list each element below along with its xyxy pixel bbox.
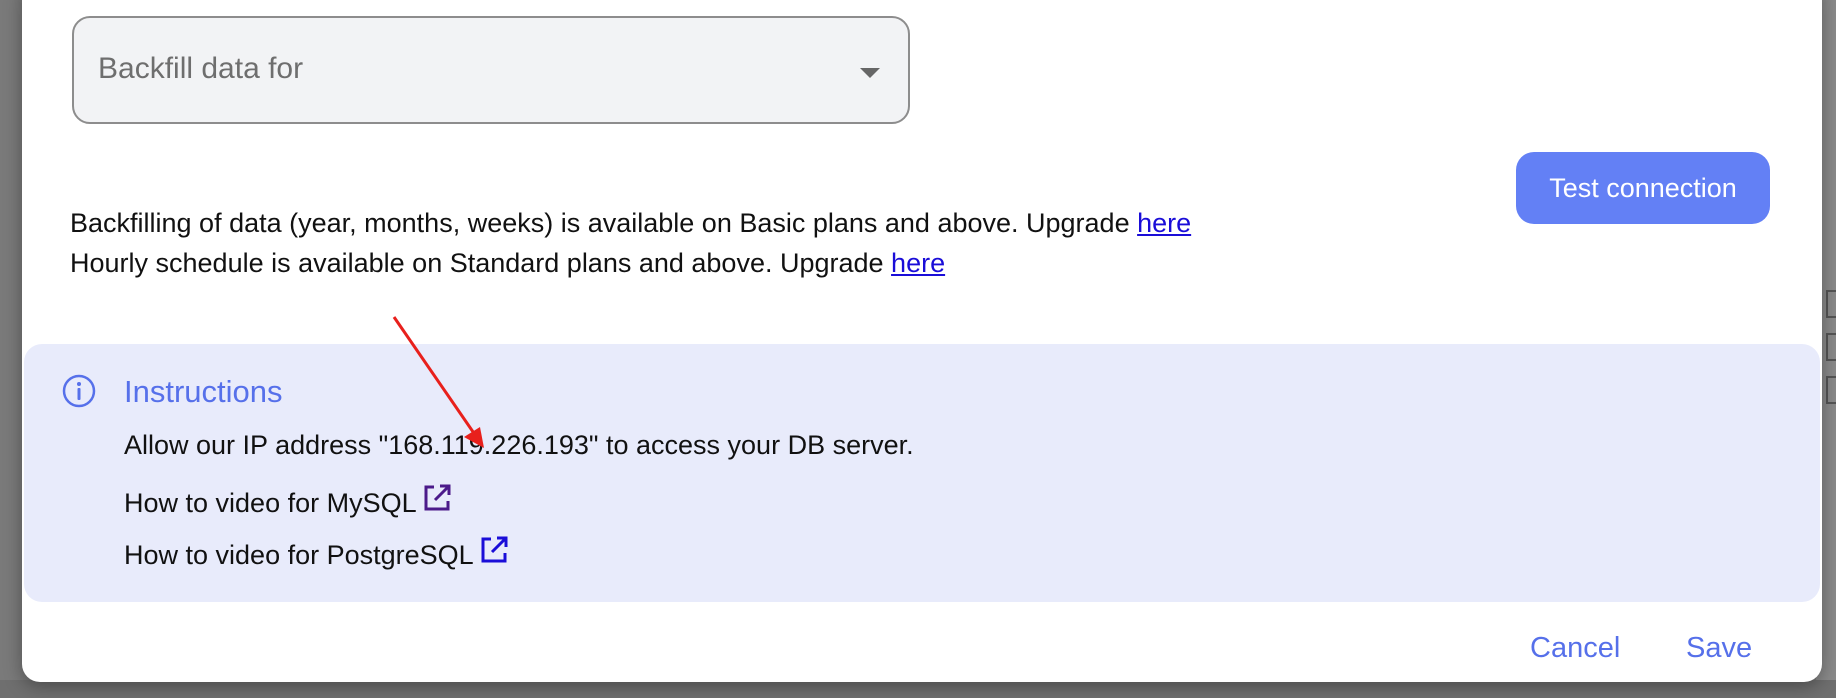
save-button[interactable]: Save — [1686, 632, 1752, 665]
external-link-icon[interactable] — [478, 534, 510, 566]
red-arrow-annotation — [392, 316, 484, 448]
instructions-title: Instructions — [124, 374, 283, 409]
background-checkbox — [1826, 376, 1836, 404]
external-link-icon[interactable] — [421, 482, 453, 514]
hourly-plan-note: Hourly schedule is available on Standard… — [70, 248, 945, 279]
backfill-plan-note-text: Backfilling of data (year, months, weeks… — [70, 208, 1138, 238]
instructions-panel: Instructions Allow our IP address "168.1… — [24, 344, 1820, 602]
background-bottom-bar — [0, 680, 1836, 698]
hourly-upgrade-link[interactable]: here — [891, 248, 945, 278]
test-connection-button[interactable]: Test connection — [1516, 152, 1770, 224]
postgresql-video-item: How to video for PostgreSQL — [124, 534, 510, 571]
postgresql-video-label: How to video for PostgreSQL — [124, 540, 474, 570]
caret-down-icon — [860, 68, 880, 78]
connection-dialog: Backfill data for Test connection Backfi… — [22, 0, 1822, 682]
backfill-plan-note: Backfilling of data (year, months, weeks… — [70, 208, 1191, 239]
mysql-video-item: How to video for MySQL — [124, 482, 453, 519]
backfill-upgrade-link[interactable]: here — [1137, 208, 1191, 238]
backfill-select-placeholder: Backfill data for — [98, 52, 304, 85]
mysql-video-label: How to video for MySQL — [124, 488, 417, 518]
background-checkbox — [1826, 333, 1836, 361]
hourly-plan-note-text: Hourly schedule is available on Standard… — [70, 248, 892, 278]
ip-address-instruction: Allow our IP address "168.119.226.193" t… — [124, 430, 914, 460]
backfill-data-select[interactable]: Backfill data for — [72, 16, 910, 124]
cancel-button[interactable]: Cancel — [1530, 632, 1620, 665]
background-checkbox — [1826, 290, 1836, 318]
info-circle-icon — [62, 374, 96, 408]
